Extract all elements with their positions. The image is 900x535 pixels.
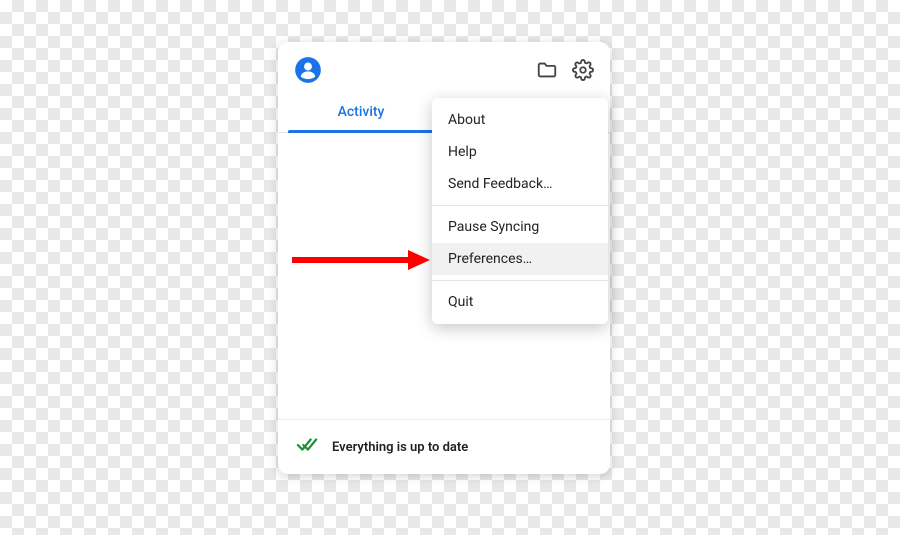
status-text: Everything is up to date bbox=[332, 440, 468, 455]
gear-icon[interactable] bbox=[572, 59, 594, 81]
profile-icon[interactable] bbox=[294, 56, 322, 84]
menu-separator bbox=[432, 280, 608, 281]
menu-item-pause-syncing[interactable]: Pause Syncing bbox=[432, 211, 608, 243]
menu-item-preferences[interactable]: Preferences… bbox=[432, 243, 608, 275]
tab-activity[interactable]: Activity bbox=[278, 94, 444, 132]
menu-item-quit[interactable]: Quit bbox=[432, 286, 608, 318]
check-double-icon bbox=[296, 434, 318, 460]
menu-item-help[interactable]: Help bbox=[432, 136, 608, 168]
header bbox=[278, 42, 610, 94]
header-right bbox=[536, 59, 594, 81]
folder-icon[interactable] bbox=[536, 59, 558, 81]
menu-item-about[interactable]: About bbox=[432, 104, 608, 136]
header-left bbox=[294, 56, 322, 84]
menu-item-feedback[interactable]: Send Feedback… bbox=[432, 168, 608, 200]
tab-activity-label: Activity bbox=[338, 104, 385, 120]
settings-menu: About Help Send Feedback… Pause Syncing … bbox=[432, 98, 608, 324]
menu-separator bbox=[432, 205, 608, 206]
footer: Everything is up to date bbox=[278, 419, 610, 474]
